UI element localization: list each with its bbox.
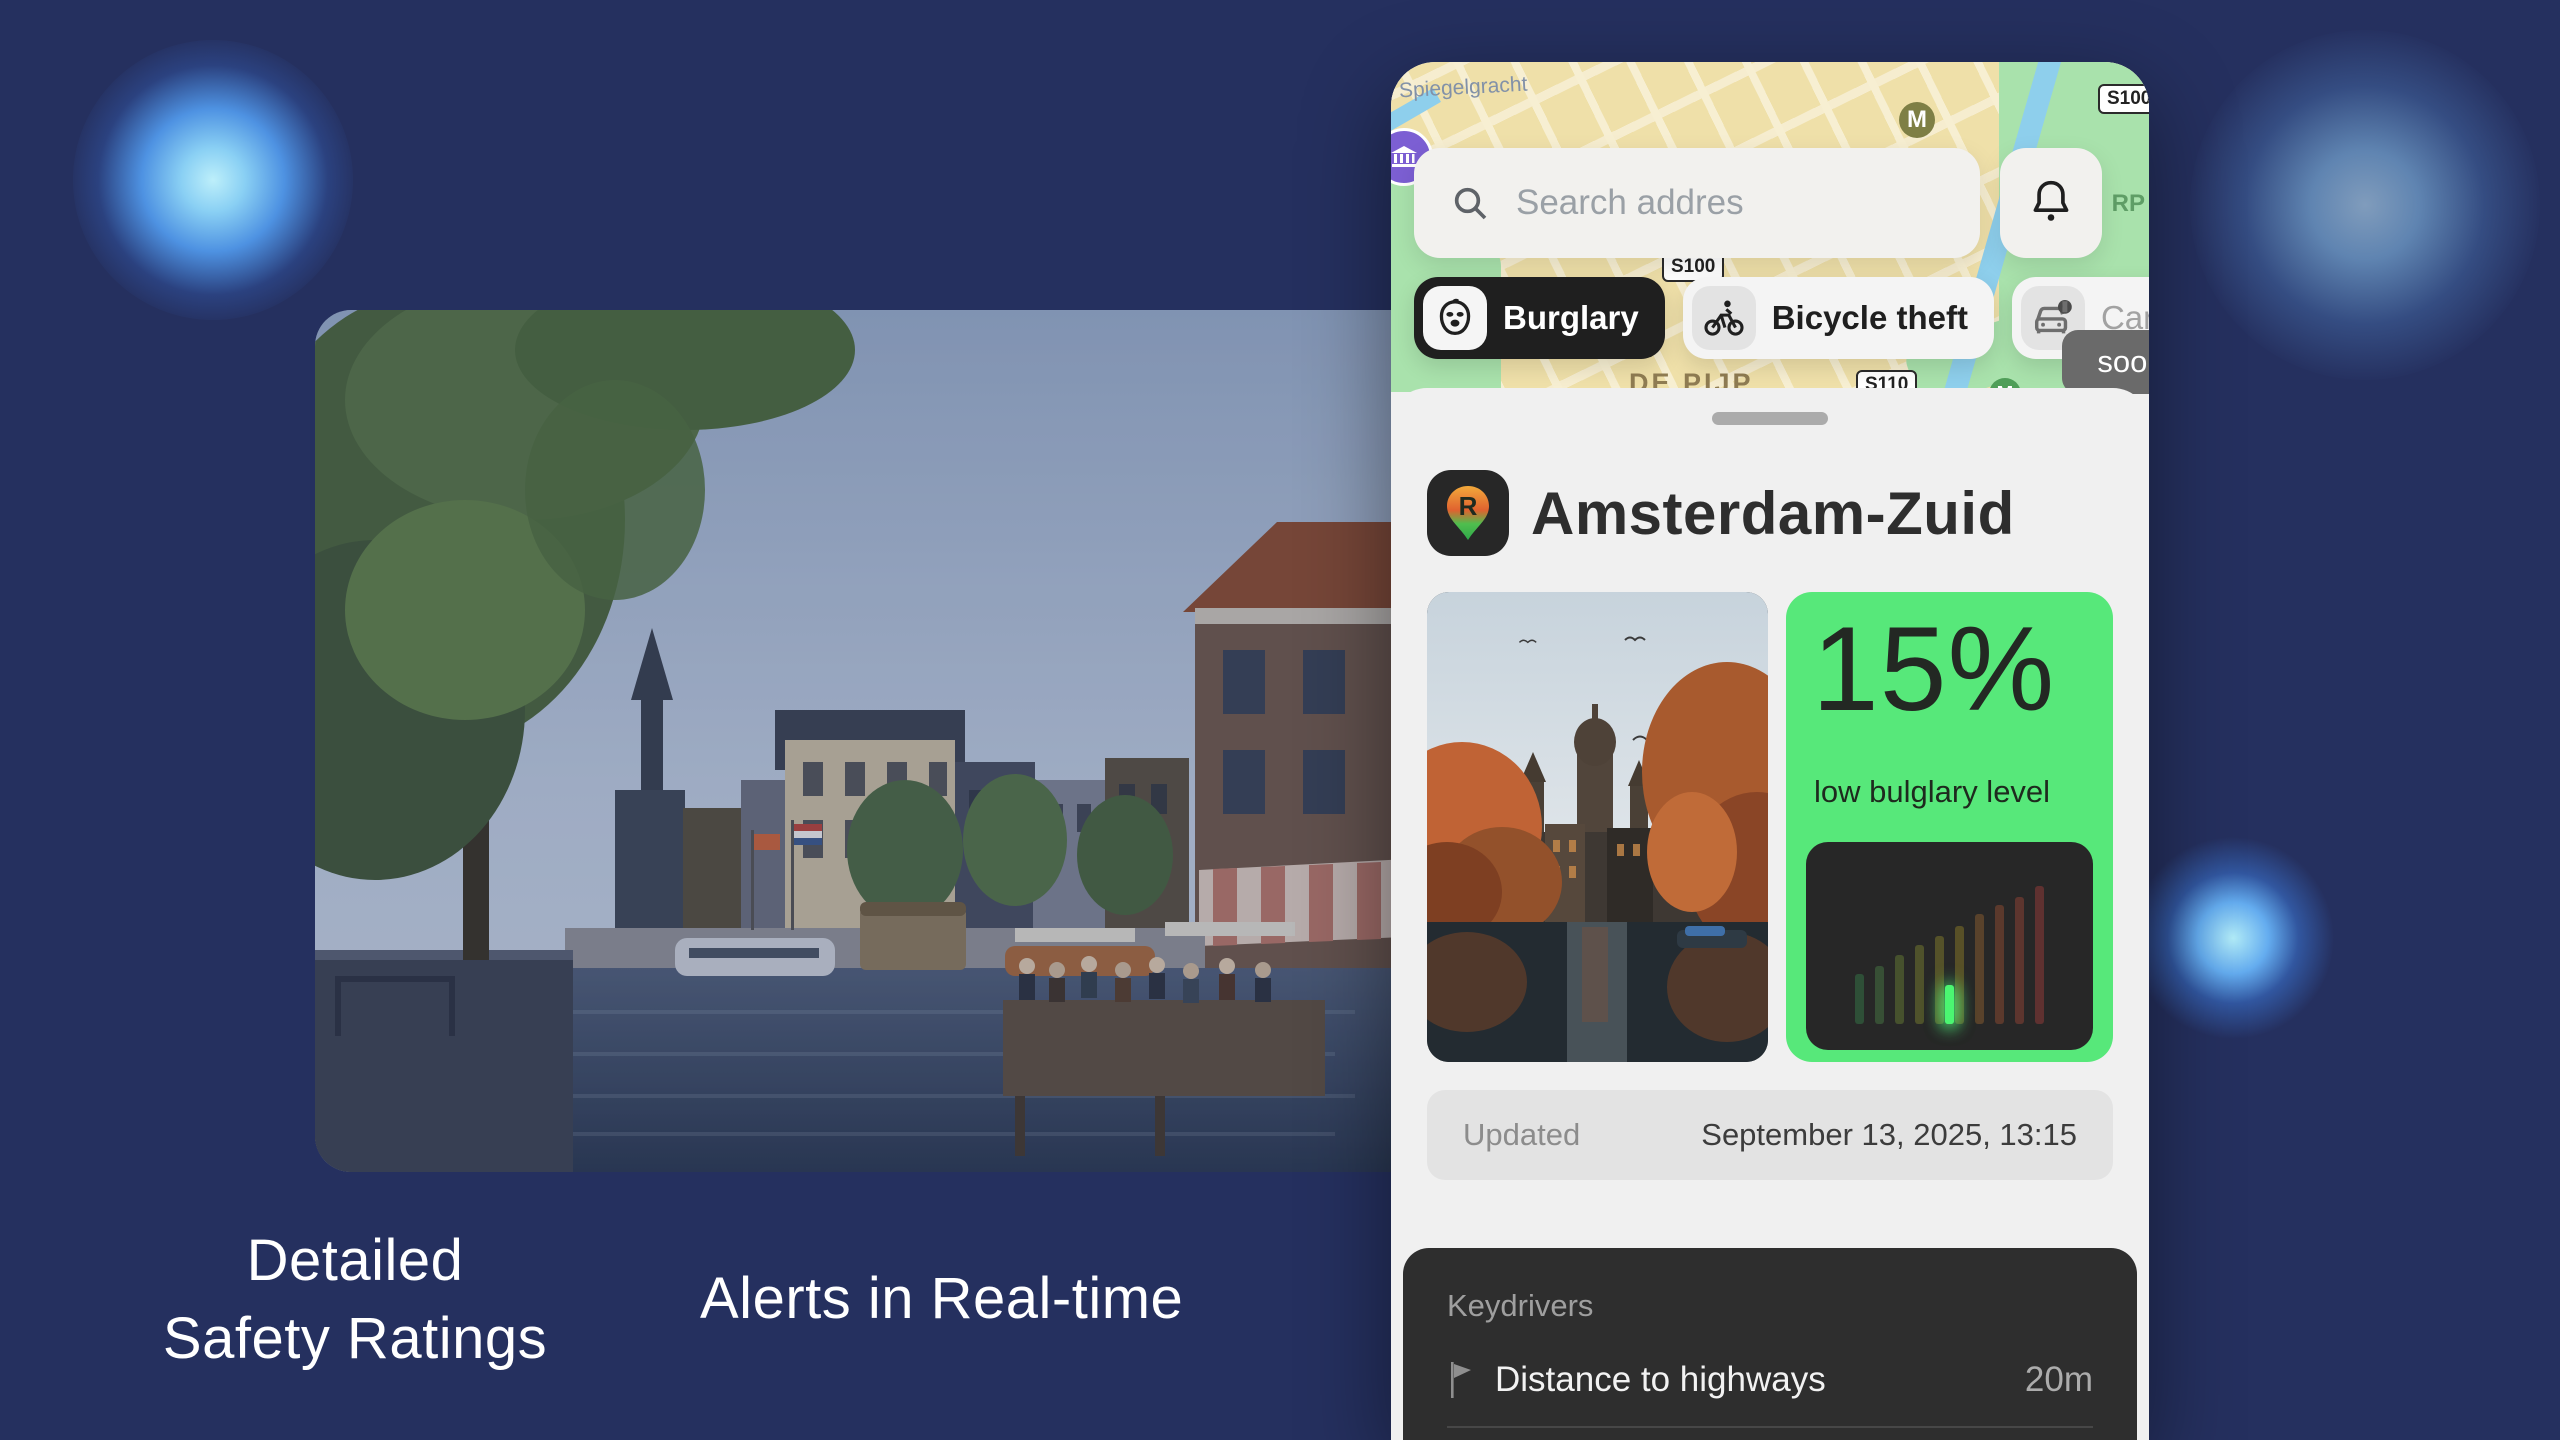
filter-chip-label: Bicycle theft (1772, 299, 1968, 337)
search-placeholder: Search addres (1516, 183, 1744, 223)
trend-bar (1945, 985, 1954, 1024)
keydriver-row-distance-highways[interactable]: Distance to highways 20m (1447, 1350, 2093, 1410)
updated-label: Updated (1463, 1117, 1580, 1153)
filter-chip-bicycle-theft[interactable]: Bicycle theft (1683, 277, 1994, 359)
map-pin-logo: R (1427, 470, 1509, 556)
map-park-label: RP (2112, 190, 2145, 218)
glow-dot-bottom-right (2128, 833, 2338, 1043)
notifications-button[interactable] (2000, 148, 2102, 258)
trend-bar (1995, 905, 2004, 1024)
search-input[interactable]: Search addres (1414, 148, 1980, 258)
sheet-drag-handle[interactable] (1712, 412, 1828, 425)
location-title: Amsterdam-Zuid (1531, 479, 2015, 548)
trend-bar (2015, 897, 2024, 1024)
trend-bar (1945, 994, 1954, 1024)
caption-detailed-safety-ratings: Detailed Safety Ratings (120, 1222, 590, 1378)
filter-chip-label: Burglary (1503, 299, 1639, 337)
hero-photo-amsterdam-canal (315, 310, 1427, 1172)
updated-timestamp: September 13, 2025, 13:15 (1701, 1117, 2077, 1153)
bicycle-icon (1692, 286, 1756, 350)
trend-bar (1855, 974, 1864, 1024)
trend-bar (1915, 945, 1924, 1024)
trend-bar (1975, 914, 1984, 1024)
trend-bar (1875, 966, 1884, 1024)
caption-alerts-realtime: Alerts in Real-time (700, 1268, 1183, 1330)
glow-dot-top-right (2190, 30, 2540, 380)
caption-line-2: Safety Ratings (120, 1300, 590, 1378)
search-icon (1450, 183, 1490, 223)
page: Detailed Safety Ratings Alerts in Real-t… (0, 0, 2560, 1440)
updated-row: Updated September 13, 2025, 13:15 (1427, 1090, 2113, 1180)
bottom-sheet: R Amsterdam-Zuid (1391, 388, 2149, 1440)
location-content: 15% low bulglary level (1427, 592, 2113, 1062)
glow-dot-top-left (73, 40, 353, 320)
trend-bar (2035, 886, 2044, 1024)
bell-icon (2029, 177, 2073, 230)
coming-soon-badge: soon (2062, 330, 2149, 394)
keydrivers-card: Keydrivers Distance to highways 20m (1403, 1248, 2137, 1440)
keydriver-value: 20m (2025, 1360, 2093, 1400)
location-header: R Amsterdam-Zuid (1427, 470, 2015, 556)
crime-filter-chips: Burglary Bicycle theft (1414, 277, 2149, 359)
balaclava-icon (1423, 286, 1487, 350)
burglary-stat-card: 15% low bulglary level (1786, 592, 2113, 1062)
burglary-trend-chart (1806, 842, 2093, 1050)
svg-text:!: ! (2063, 302, 2067, 314)
app-phone-card: Spiegelgracht DE PIJP RP S100 S100 S110 … (1391, 62, 2149, 1440)
trend-bar (1955, 926, 1964, 1024)
svg-text:R: R (1459, 491, 1478, 521)
burglary-percentage: 15% (1812, 600, 2055, 738)
trend-bar (1935, 936, 1944, 1024)
neighborhood-photo-illustration (1427, 592, 1768, 1062)
burglary-level-label: low bulglary level (1814, 774, 2050, 810)
keydrivers-title: Keydrivers (1447, 1288, 1593, 1324)
trend-bar (1895, 955, 1904, 1024)
flag-icon (1447, 1360, 1473, 1400)
metro-station-icon: M (1899, 102, 1935, 138)
keydriver-label: Distance to highways (1495, 1360, 2025, 1400)
divider (1447, 1426, 2093, 1428)
canal-photo-illustration (315, 310, 1427, 1172)
caption-line-1: Detailed (120, 1222, 590, 1300)
filter-chip-burglary[interactable]: Burglary (1414, 277, 1665, 359)
neighborhood-photo (1427, 592, 1768, 1062)
road-badge-s100: S100 (2098, 84, 2149, 114)
